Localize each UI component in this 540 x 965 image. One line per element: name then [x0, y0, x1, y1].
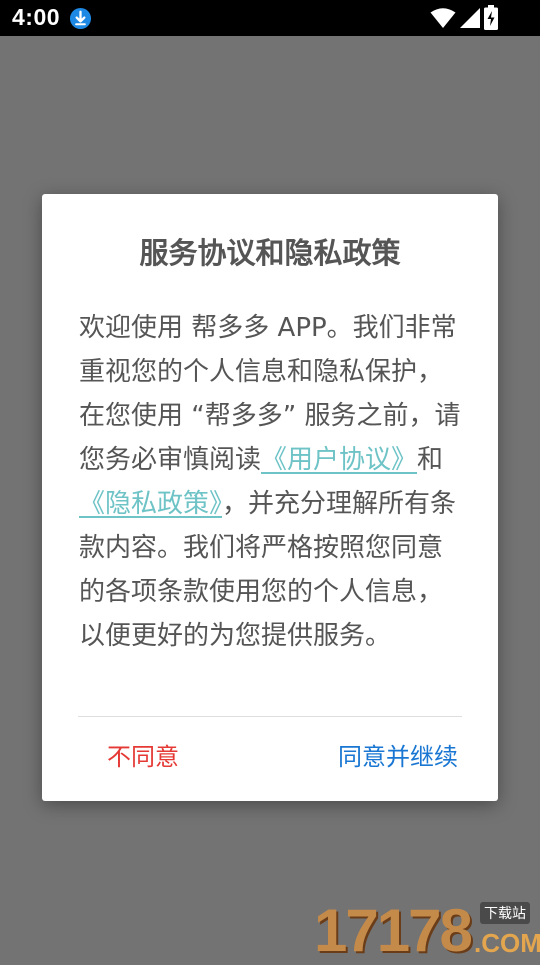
dialog-title: 服务协议和隐私政策	[139, 236, 401, 270]
user-agreement-link[interactable]: 《用户协议》	[261, 445, 417, 475]
watermark-suffix: .COM	[474, 928, 540, 958]
privacy-policy-link[interactable]: 《隐私政策》	[79, 489, 222, 519]
watermark-sub: 下载站	[480, 902, 530, 924]
battery-icon	[484, 5, 498, 30]
status-bar: 4:00	[0, 0, 540, 36]
download-icon	[69, 7, 92, 30]
signal-icon	[460, 8, 480, 28]
watermark-digits: 17178	[314, 897, 473, 964]
wifi-icon	[430, 8, 456, 28]
divider	[78, 716, 462, 717]
status-time: 4:00	[12, 4, 61, 30]
disagree-button[interactable]: 不同意	[107, 737, 179, 772]
watermark-logo: 17178 下载站 .COM	[314, 896, 540, 964]
body-text-connector: 和	[417, 445, 444, 475]
dialog-body: 欢迎使用 帮多多 APP。我们非常重视您的个人信息和隐私保护，在您使用 “帮多多…	[79, 306, 464, 658]
agreement-dialog: 服务协议和隐私政策 欢迎使用 帮多多 APP。我们非常重视您的个人信息和隐私保护…	[42, 194, 498, 801]
agree-continue-button[interactable]: 同意并继续	[338, 737, 458, 772]
